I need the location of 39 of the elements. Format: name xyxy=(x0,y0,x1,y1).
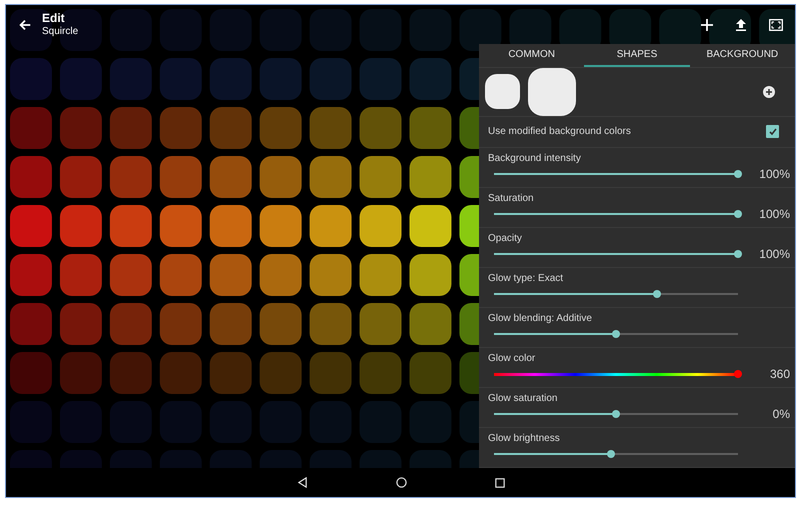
setting-label: Use modified background colors xyxy=(488,126,631,138)
setting-label: Saturation xyxy=(488,193,535,204)
add-circle-icon[interactable] xyxy=(763,86,775,98)
tab[interactable]: BACKGROUND xyxy=(690,44,795,67)
checkbox[interactable] xyxy=(766,125,779,138)
recents-square-icon[interactable] xyxy=(494,478,504,488)
check-icon xyxy=(768,126,778,137)
slider-thumb[interactable] xyxy=(612,330,620,338)
slider-thumb[interactable] xyxy=(734,210,742,218)
setting-value: 0% xyxy=(772,407,790,421)
slider-thumb[interactable] xyxy=(734,370,742,378)
slider-thumb[interactable] xyxy=(734,170,742,178)
slider-thumb[interactable] xyxy=(612,410,620,418)
fullscreen-icon[interactable] xyxy=(769,18,783,30)
setting-label: Glow color xyxy=(488,353,536,364)
upload-icon[interactable] xyxy=(735,18,747,30)
screen-subtitle: Squircle xyxy=(42,26,78,38)
tab[interactable]: SHAPES xyxy=(584,44,690,67)
slider-thumb[interactable] xyxy=(653,290,662,298)
setting-label: Glow saturation xyxy=(488,393,558,404)
squircle-shape-icon[interactable] xyxy=(485,74,520,110)
setting-value: 100% xyxy=(758,167,790,181)
setting-label: Background intensity xyxy=(488,153,582,164)
setting-label: Glow brightness xyxy=(488,433,561,444)
plus-icon[interactable] xyxy=(701,18,713,30)
setting-value: 100% xyxy=(758,247,790,261)
setting-label: Opacity xyxy=(488,233,523,244)
slider-thumb[interactable] xyxy=(734,250,742,258)
setting-value: 360 xyxy=(768,367,790,381)
squircle-shape-icon[interactable] xyxy=(528,68,576,116)
setting-label: Glow blending: Additive xyxy=(488,313,593,324)
back-triangle-icon[interactable] xyxy=(296,477,308,488)
home-circle-icon[interactable] xyxy=(396,477,406,488)
slider-thumb[interactable] xyxy=(607,450,616,458)
setting-label: Glow type: Exact xyxy=(488,273,564,284)
screen-title: Edit xyxy=(42,11,66,26)
tab[interactable]: COMMON xyxy=(479,44,584,67)
setting-value: 100% xyxy=(758,207,790,221)
back-arrow-icon[interactable] xyxy=(18,18,32,32)
